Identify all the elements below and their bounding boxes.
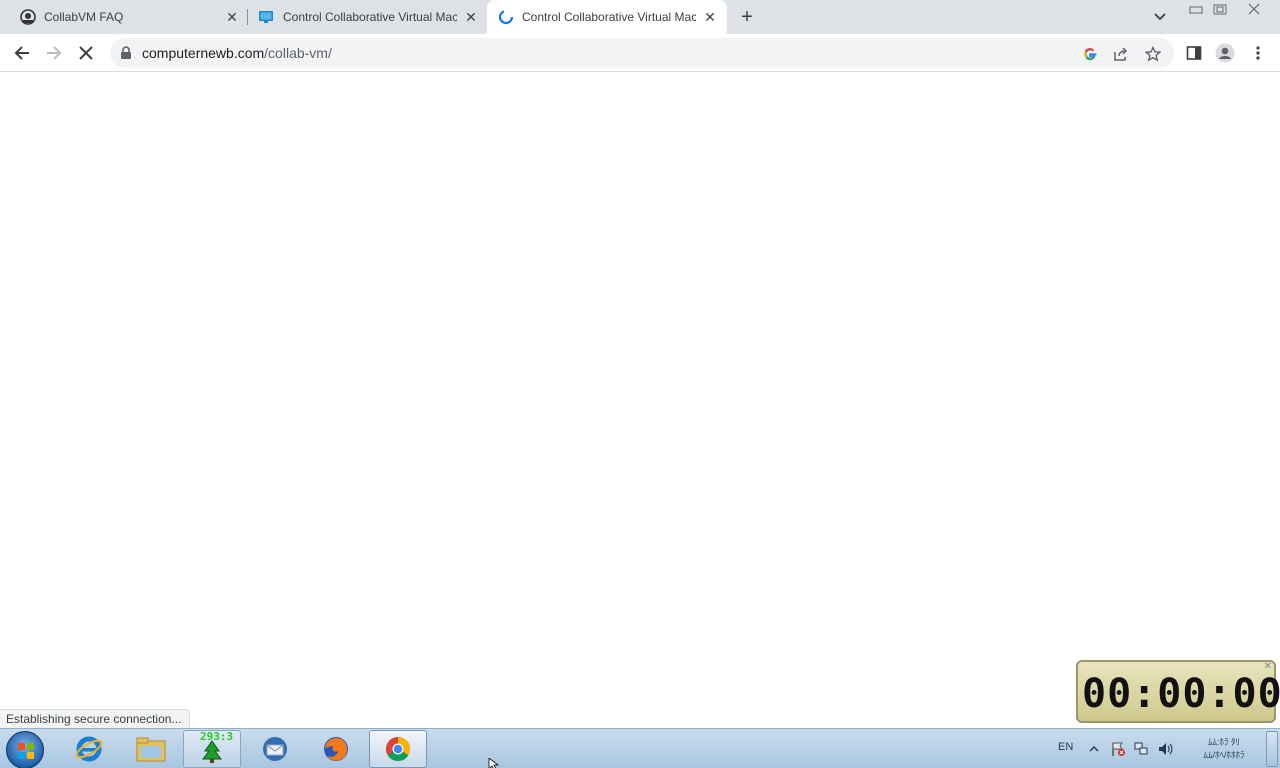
page-content — [0, 72, 1280, 728]
screen: CollabVM FAQ ✕ Control Collaborative Vir… — [0, 0, 1280, 768]
tab-title: CollabVM FAQ — [44, 10, 124, 24]
stop-loading-button[interactable] — [75, 42, 97, 64]
star-icon — [1145, 46, 1161, 62]
clock-date: ﾑﾑ/ﾎﾍ/ﾎﾎﾎﾗ — [1203, 750, 1245, 760]
kebab-menu-icon — [1256, 46, 1260, 60]
google-icon — [1084, 48, 1097, 61]
taskbar: 293:3 EN ﾑﾑ:ﾎﾗ ﾀﾘ ﾑﾑ/ﾎﾍ/ﾎﾎﾎﾗ — [0, 728, 1280, 768]
firefox-icon — [324, 737, 348, 761]
thunderbird-icon — [263, 737, 287, 761]
status-bubble: Establishing secure connection... — [0, 709, 191, 728]
taskbar-internet-explorer[interactable] — [60, 730, 118, 768]
network-icon — [1134, 742, 1148, 755]
restore-icon — [1213, 4, 1227, 15]
minimize-button[interactable] — [1184, 0, 1208, 18]
share-button[interactable] — [1112, 45, 1130, 63]
url-path: /collab-vm/ — [264, 45, 332, 61]
tab-search-icon[interactable] — [1151, 9, 1169, 25]
clock-time: ﾑﾑ:ﾎﾗ ﾀﾘ — [1207, 737, 1240, 747]
show-desktop-button[interactable] — [1266, 731, 1278, 767]
system-clock[interactable]: ﾑﾑ:ﾎﾗ ﾀﾘ ﾑﾑ/ﾎﾍ/ﾎﾎﾎﾗ — [1188, 736, 1260, 762]
gadget-close-icon[interactable]: ✕ — [1264, 661, 1272, 672]
chevron-up-icon — [1089, 746, 1099, 752]
clock-gadget[interactable]: 00:00:00 ✕ — [1076, 660, 1280, 723]
action-center-tray[interactable] — [1110, 741, 1126, 757]
tab-title: Control Collaborative Virtual Mac — [522, 10, 696, 24]
show-hidden-icons-button[interactable] — [1086, 741, 1102, 757]
windows-logo-icon — [18, 743, 34, 759]
mouse-cursor-icon — [488, 758, 500, 768]
forward-button[interactable] — [43, 42, 65, 64]
menu-button[interactable] — [1247, 42, 1269, 64]
volume-tray[interactable] — [1157, 741, 1173, 757]
network-tray[interactable] — [1133, 741, 1149, 757]
tab-strip: CollabVM FAQ ✕ Control Collaborative Vir… — [0, 0, 1280, 34]
minimize-icon — [1189, 6, 1203, 14]
side-panel-button[interactable] — [1183, 42, 1205, 64]
flag-error-icon — [1112, 742, 1125, 756]
back-button[interactable] — [11, 42, 33, 64]
chrome-icon — [385, 737, 411, 762]
internet-explorer-icon — [75, 736, 103, 762]
close-icon[interactable]: ✕ — [702, 9, 718, 25]
close-window-icon — [1248, 3, 1260, 15]
start-button[interactable] — [6, 731, 44, 768]
taskbar-counter-gadget[interactable]: 293:3 — [183, 730, 241, 768]
folder-icon — [136, 737, 166, 762]
new-tab-button[interactable]: + — [737, 7, 757, 27]
clock-digits: 00:00:00 — [1082, 671, 1280, 717]
tab-title: Control Collaborative Virtual Mac — [283, 10, 457, 24]
stop-icon — [79, 46, 93, 60]
bookmark-button[interactable] — [1144, 45, 1162, 63]
tab-collabvm-faq[interactable]: CollabVM FAQ ✕ — [8, 0, 246, 34]
loading-icon — [498, 9, 514, 25]
tab-control-vm-2[interactable]: Control Collaborative Virtual Mac ✕ — [487, 0, 727, 34]
share-icon — [1114, 47, 1128, 61]
forward-arrow-icon — [47, 46, 62, 60]
taskbar-firefox[interactable] — [307, 730, 365, 768]
close-icon[interactable]: ✕ — [224, 9, 240, 25]
taskbar-thunderbird[interactable] — [246, 730, 304, 768]
url-host: computernewb.com — [142, 45, 265, 61]
restore-button[interactable] — [1208, 0, 1232, 18]
back-arrow-icon — [14, 46, 29, 60]
url-text[interactable]: computernewb.com/collab-vm/ — [142, 46, 332, 61]
taskbar-windows-explorer[interactable] — [122, 730, 180, 768]
speaker-icon — [1159, 743, 1173, 755]
tab-control-vm-1[interactable]: Control Collaborative Virtual Mac ✕ — [248, 0, 486, 34]
address-bar[interactable]: computernewb.com/collab-vm/ — [110, 38, 1174, 68]
collabvm-icon — [20, 9, 36, 25]
close-icon[interactable]: ✕ — [463, 9, 479, 25]
language-indicator[interactable]: EN — [1058, 741, 1073, 753]
monitor-icon — [259, 11, 273, 23]
browser-toolbar: computernewb.com/collab-vm/ — [0, 34, 1280, 72]
profile-button[interactable] — [1214, 42, 1236, 64]
side-panel-icon — [1186, 46, 1202, 60]
avatar-icon — [1215, 43, 1235, 63]
counter-badge: 293:3 — [200, 730, 234, 743]
close-window-button[interactable] — [1242, 0, 1266, 18]
google-lens-button[interactable] — [1081, 45, 1099, 63]
lock-icon[interactable] — [120, 46, 132, 60]
taskbar-chrome[interactable] — [369, 730, 427, 768]
